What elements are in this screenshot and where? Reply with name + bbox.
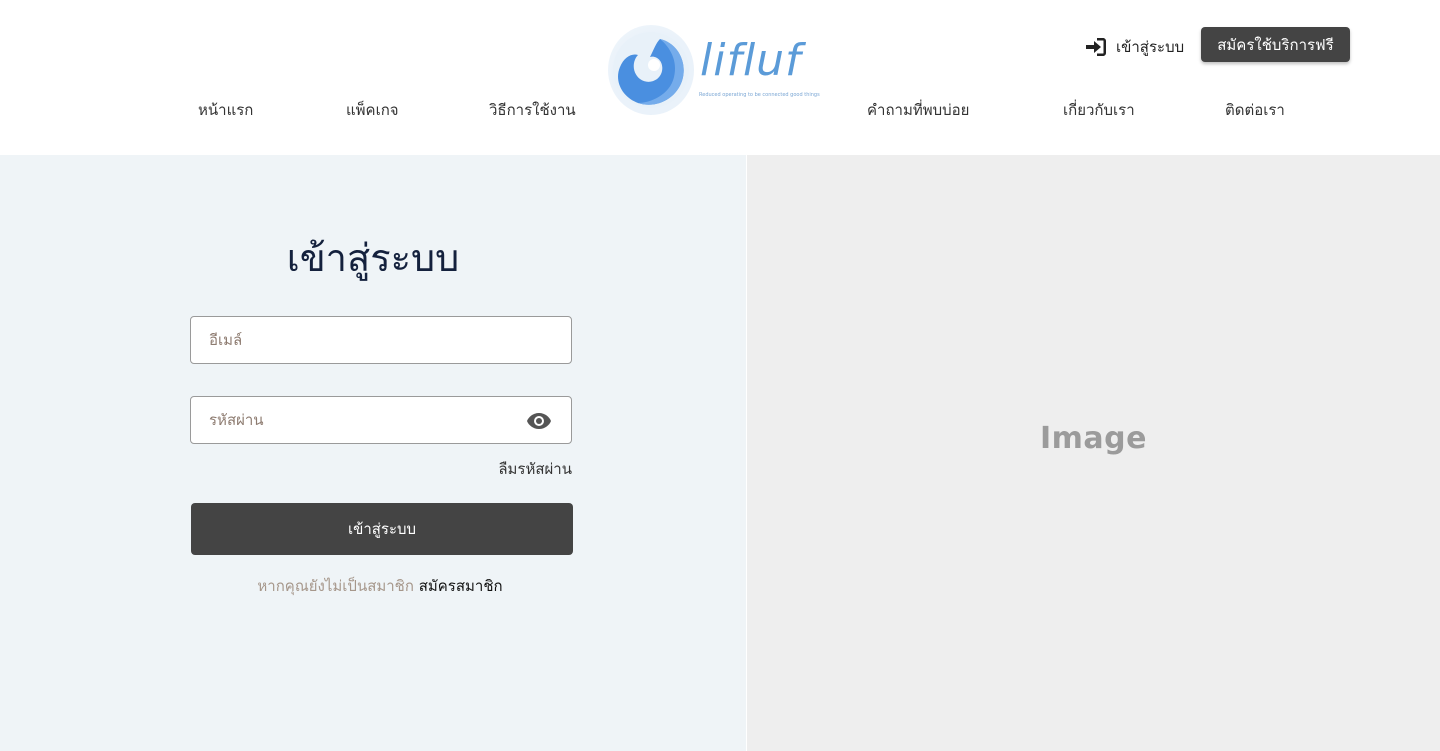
- brand-tagline: Reduced operating to be connected good t…: [699, 92, 820, 98]
- email-field[interactable]: [191, 317, 571, 363]
- header-login-label: เข้าสู่ระบบ: [1116, 38, 1185, 56]
- password-field-wrapper: [190, 396, 572, 444]
- nav-item-contact[interactable]: ติดต่อเรา: [1225, 98, 1285, 122]
- register-prompt-text: หากคุณยังไม่เป็นสมาชิก: [257, 577, 414, 595]
- header-login-link[interactable]: เข้าสู่ระบบ: [1086, 35, 1184, 59]
- eye-icon[interactable]: [526, 411, 552, 431]
- nav-item-home[interactable]: หน้าแรก: [198, 98, 253, 122]
- forgot-password-link[interactable]: ลืมรหัสผ่าน: [498, 457, 572, 481]
- signup-free-button[interactable]: สมัครใช้บริการฟรี: [1201, 27, 1350, 62]
- brand-logo[interactable]: lifluf Reduced operating to be connected…: [608, 25, 830, 117]
- logo-circle: [608, 25, 694, 115]
- image-panel: Image: [747, 155, 1440, 751]
- image-placeholder-label: Image: [1040, 421, 1147, 456]
- nav-item-packages[interactable]: แพ็คเกจ: [346, 98, 399, 122]
- register-prompt-line: หากคุณยังไม่เป็นสมาชิก สมัครสมาชิก: [0, 574, 760, 598]
- password-field[interactable]: [191, 397, 571, 443]
- login-panel: เข้าสู่ระบบ ลืมรหัสผ่าน เข้าสู่ระบบ หากค…: [0, 155, 746, 751]
- site-header: หน้าแรก แพ็คเกจ วิธีการใช้งาน lifluf Red…: [0, 0, 1440, 155]
- sign-in-icon: [1086, 38, 1106, 56]
- logo-swirl-icon: [613, 32, 689, 108]
- nav-item-faq[interactable]: คำถามที่พบบ่อย: [867, 98, 969, 122]
- brand-name: lifluf: [700, 35, 802, 86]
- register-link[interactable]: สมัครสมาชิก: [419, 577, 503, 595]
- page-title: เข้าสู่ระบบ: [286, 236, 460, 280]
- nav-item-about[interactable]: เกี่ยวกับเรา: [1063, 98, 1135, 122]
- email-field-wrapper: [190, 316, 572, 364]
- nav-item-how-to-use[interactable]: วิธีการใช้งาน: [489, 98, 576, 122]
- login-submit-button[interactable]: เข้าสู่ระบบ: [191, 503, 573, 555]
